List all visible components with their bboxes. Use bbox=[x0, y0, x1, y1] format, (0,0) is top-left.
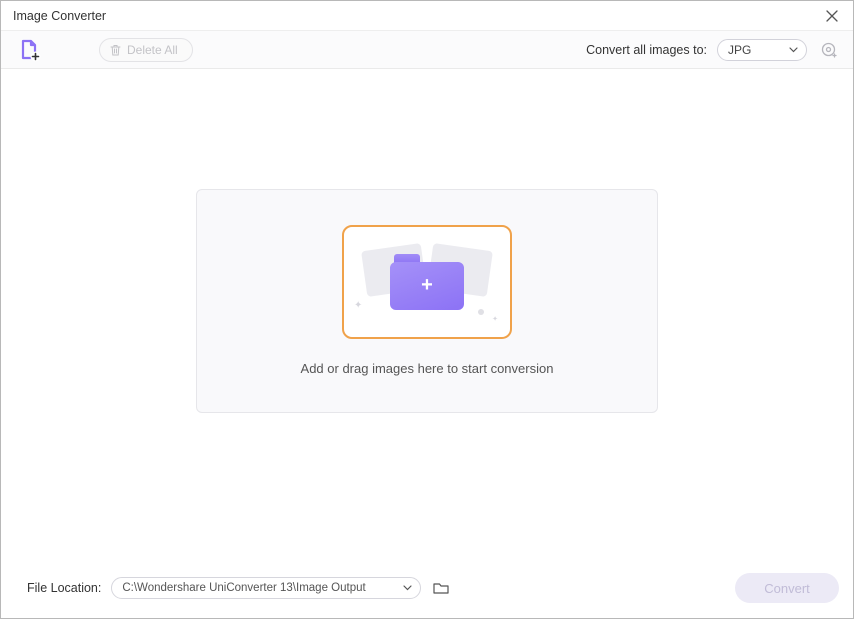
format-select[interactable]: JPG bbox=[717, 39, 807, 61]
dropzone[interactable]: ✦ ✦ + Add or drag images here to start c… bbox=[196, 189, 658, 413]
add-images-button[interactable]: ✦ ✦ + bbox=[342, 225, 512, 339]
settings-button[interactable] bbox=[817, 39, 839, 61]
close-button[interactable] bbox=[821, 5, 843, 27]
sparkle-icon: ✦ bbox=[354, 300, 362, 311]
format-selected-value: JPG bbox=[728, 43, 751, 57]
folder-plus-icon: + bbox=[390, 254, 464, 310]
chevron-down-icon bbox=[403, 585, 412, 591]
open-folder-button[interactable] bbox=[431, 578, 451, 598]
dropzone-hint: Add or drag images here to start convers… bbox=[301, 361, 554, 376]
dot-icon bbox=[478, 309, 484, 315]
add-file-button[interactable] bbox=[17, 38, 41, 62]
convert-button-label: Convert bbox=[764, 581, 810, 596]
add-file-icon bbox=[17, 38, 41, 62]
convert-format-label: Convert all images to: bbox=[586, 43, 707, 57]
trash-icon bbox=[110, 44, 121, 56]
delete-all-label: Delete All bbox=[127, 43, 178, 57]
file-location-path: C:\Wondershare UniConverter 13\Image Out… bbox=[122, 582, 365, 594]
close-icon bbox=[826, 10, 838, 22]
main-area: ✦ ✦ + Add or drag images here to start c… bbox=[1, 69, 853, 564]
footer: File Location: C:\Wondershare UniConvert… bbox=[1, 564, 853, 612]
titlebar: Image Converter bbox=[1, 1, 853, 31]
folder-icon bbox=[433, 582, 449, 595]
delete-all-button[interactable]: Delete All bbox=[99, 38, 193, 62]
toolbar: Delete All Convert all images to: JPG bbox=[1, 31, 853, 69]
convert-button[interactable]: Convert bbox=[735, 573, 839, 603]
window-title: Image Converter bbox=[13, 9, 106, 23]
chevron-down-icon bbox=[789, 47, 798, 53]
file-location-label: File Location: bbox=[27, 581, 101, 595]
sparkle-icon: ✦ bbox=[492, 315, 498, 323]
file-location-select[interactable]: C:\Wondershare UniConverter 13\Image Out… bbox=[111, 577, 421, 599]
app-window: Image Converter Delete All Convert all i… bbox=[0, 0, 854, 619]
gear-icon bbox=[820, 41, 837, 58]
